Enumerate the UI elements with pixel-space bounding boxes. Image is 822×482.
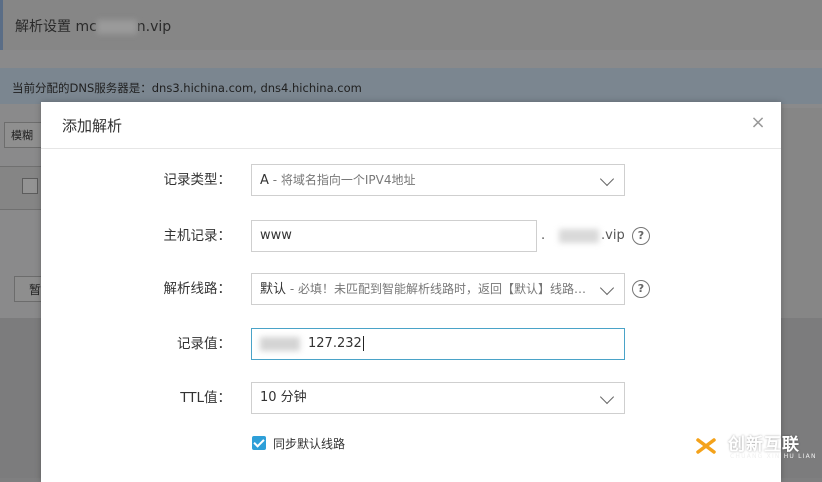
record-value-input[interactable]: 127.232 [251,328,625,360]
page-header: 解析设置 mc n.vip [0,0,822,50]
record-value-row: 记录值： 127.232 [41,328,781,360]
sync-default-line-checkbox[interactable] [252,436,266,450]
host-record-row: 主机记录： www . .vip ? [41,220,781,252]
record-value-label: 记录值： [177,336,231,352]
ttl-select[interactable]: 10 分钟 [251,382,625,414]
page-title: 解析设置 mc n.vip [15,19,172,35]
background-side-area [782,108,822,318]
chevron-down-icon [599,389,615,405]
host-suffix-dot: . [541,228,546,243]
host-record-label: 主机记录： [163,228,232,244]
close-icon[interactable]: × [749,114,767,132]
redacted-domain [559,228,599,243]
dns-notice-text: 当前分配的DNS服务器是：dns3.hichina.com, dns4.hich… [12,81,362,95]
text-cursor [362,336,364,351]
resolution-line-row: 解析线路： 默认 - 必填！未匹配到智能解析线路时，返回【默认】线路… ? [41,273,781,305]
dialog-header: 添加解析 × [41,102,781,149]
brand-watermark: 创新互联 CHUANG XIN HU LIAN [686,424,822,470]
brand-name: 创新互联 [728,435,800,455]
dns-notice-bar: 当前分配的DNS服务器是：dns3.hichina.com, dns4.hich… [0,68,822,104]
ttl-row: TTL值： 10 分钟 [41,382,781,414]
ttl-value: 10 分钟 [260,390,307,405]
resolution-line-hint: - 必填！未匹配到智能解析线路时，返回【默认】线路… [286,282,586,296]
record-type-value: A [260,173,269,188]
add-record-dialog: 添加解析 × 记录类型： A - 将域名指向一个IPV4地址 主机记录： www… [41,102,781,482]
help-icon[interactable]: ? [632,280,650,298]
redacted-domain [96,20,137,34]
chevron-down-icon [599,171,615,187]
record-type-select[interactable]: A - 将域名指向一个IPV4地址 [251,164,625,196]
host-record-input[interactable]: www [251,220,537,252]
sync-default-line-label: 同步默认线路 [273,437,346,451]
fuzzy-search-input[interactable]: 模糊搜 [4,122,42,148]
batch-action-button[interactable]: 暂 [14,276,42,302]
select-all-checkbox[interactable] [22,178,38,194]
resolution-line-value: 默认 [260,282,287,297]
brand-subtitle: CHUANG XIN HU LIAN [730,453,817,460]
brand-logo-icon [689,429,723,463]
dialog-title: 添加解析 [62,117,123,135]
domain-suffix: .vip [559,220,625,252]
resolution-line-label: 解析线路： [163,281,232,297]
help-icon[interactable]: ? [632,227,650,245]
resolution-line-select[interactable]: 默认 - 必填！未匹配到智能解析线路时，返回【默认】线路… [251,273,625,305]
record-type-row: 记录类型： A - 将域名指向一个IPV4地址 [41,164,781,196]
chevron-down-icon [599,280,615,296]
ttl-label: TTL值： [180,390,231,406]
record-type-label: 记录类型： [163,172,232,188]
record-type-hint: - 将域名指向一个IPV4地址 [268,173,416,187]
redacted-ip [260,336,300,351]
